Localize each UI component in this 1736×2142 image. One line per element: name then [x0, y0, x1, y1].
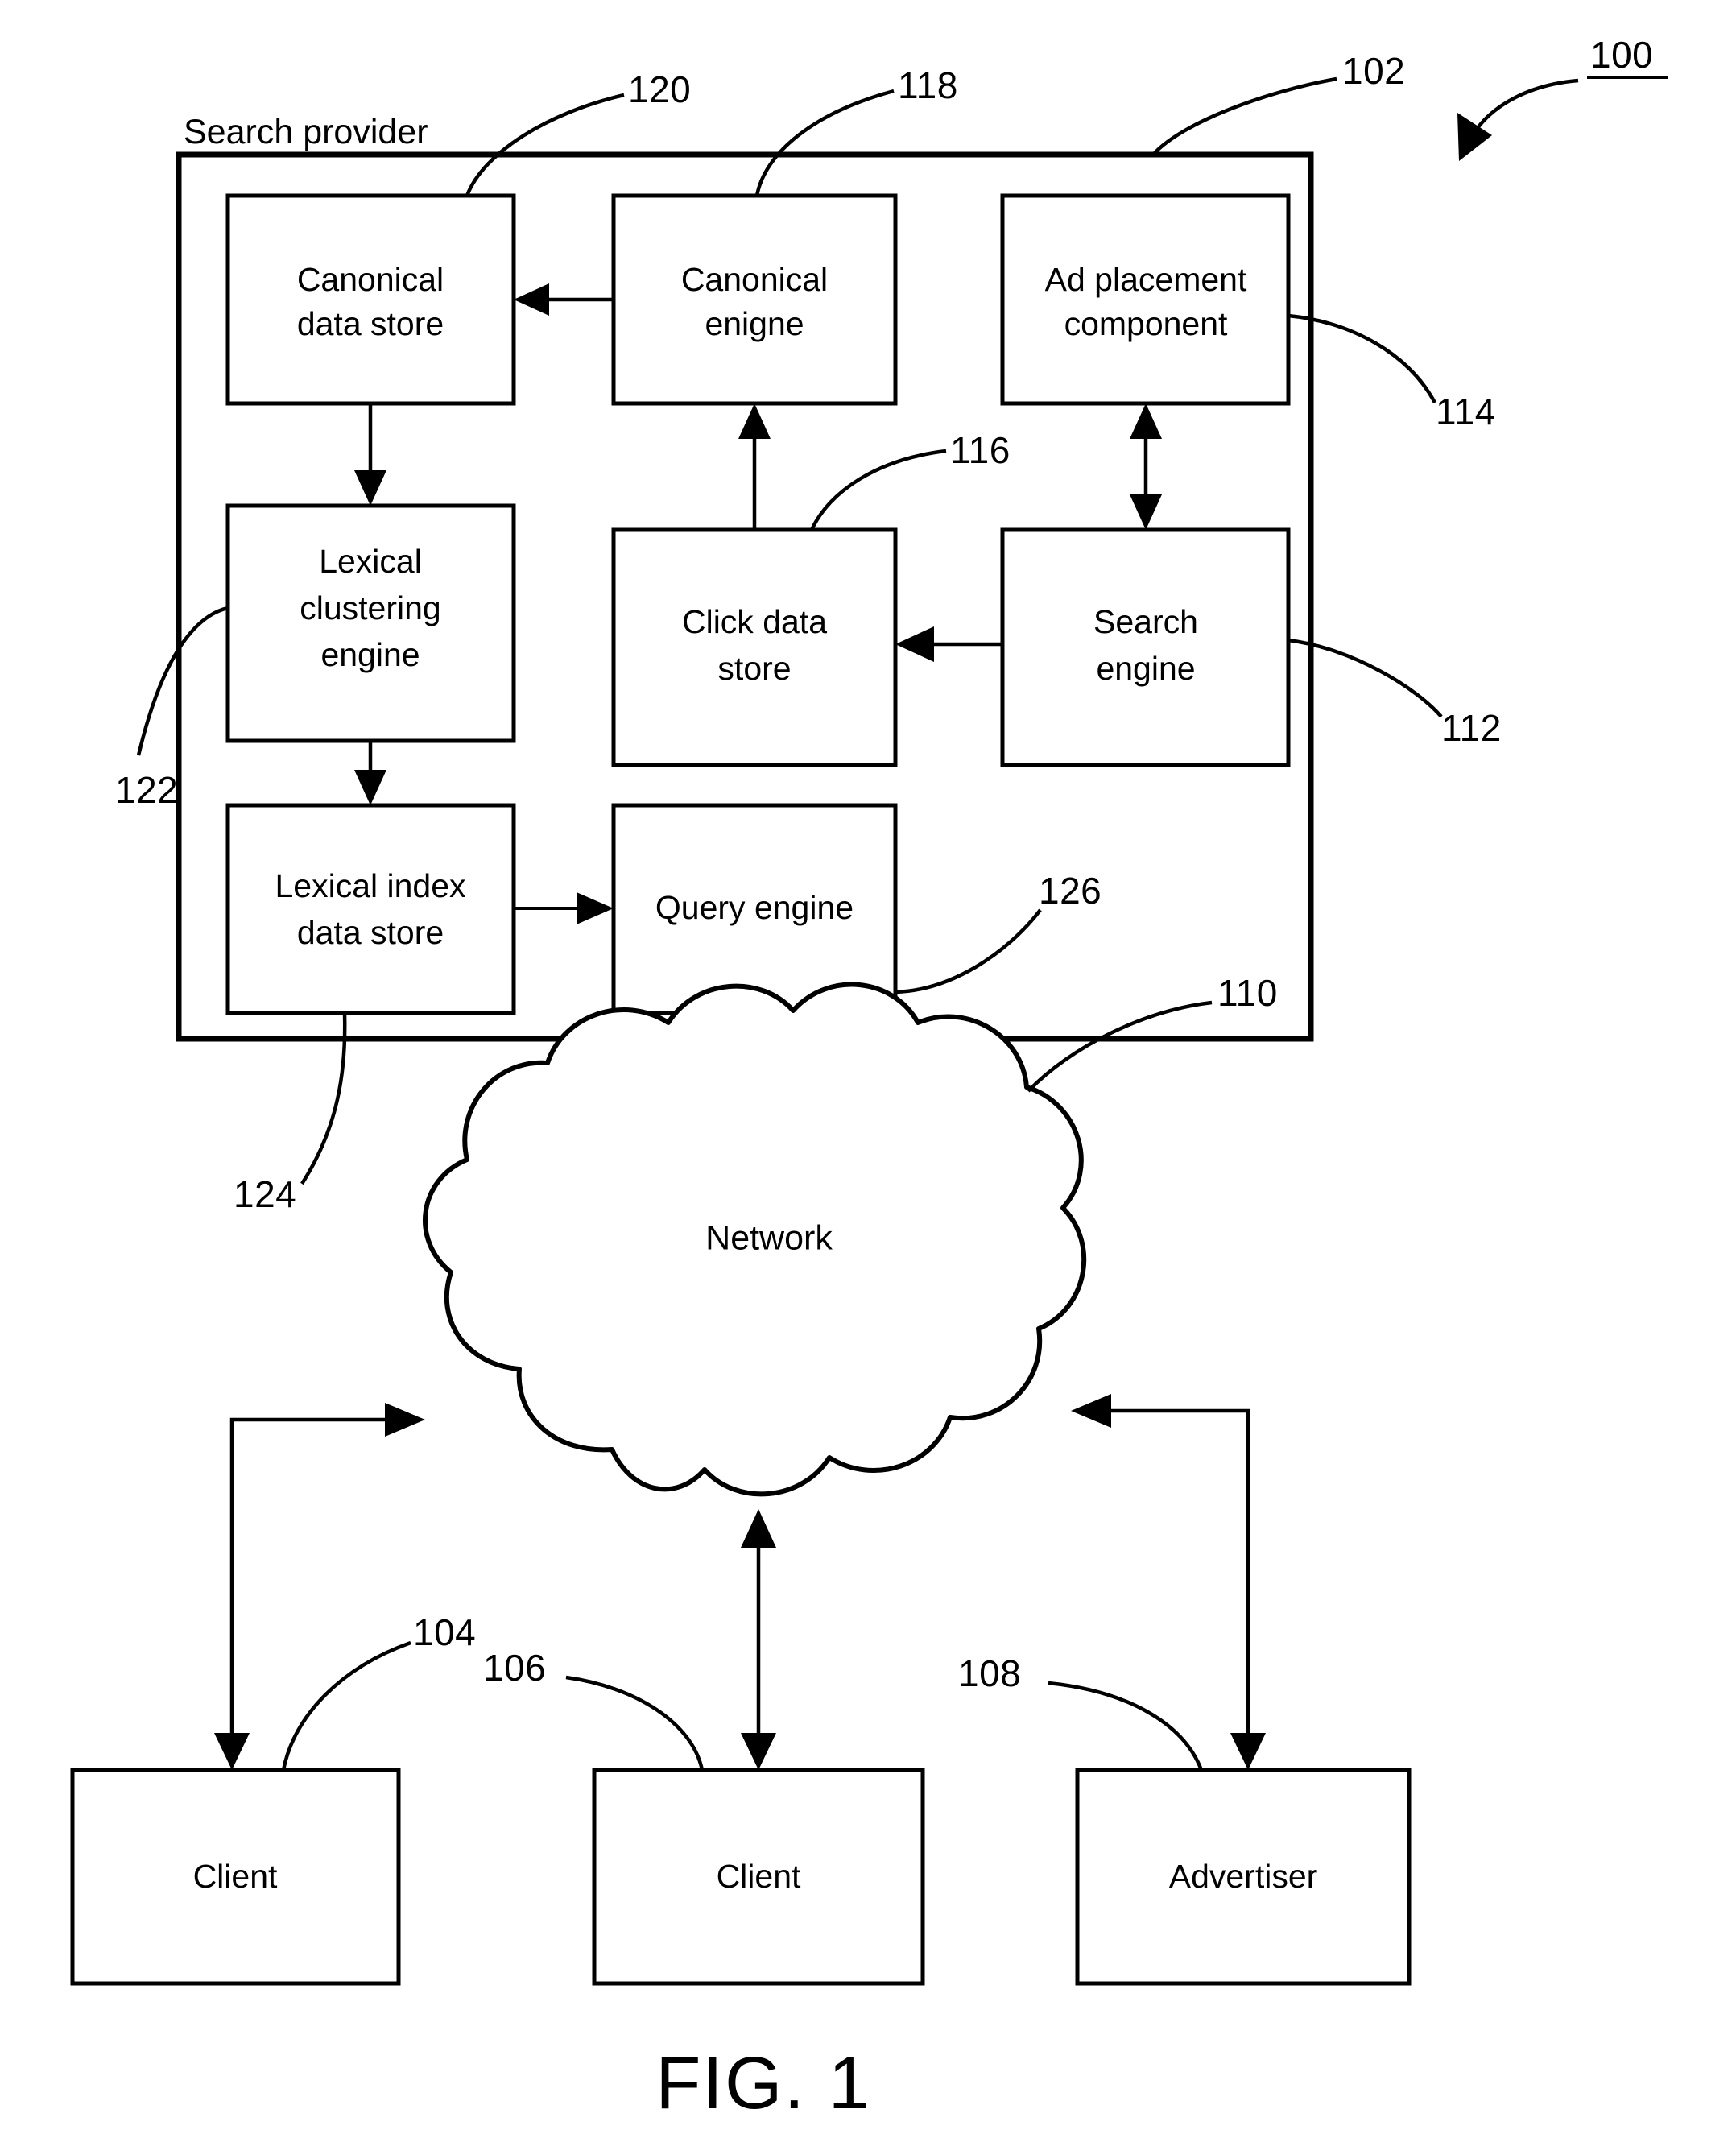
arrow-lexical-index-to-query-engine	[514, 892, 614, 924]
ref-numeral-102: 102	[1342, 50, 1405, 92]
network-label: Network	[705, 1218, 833, 1257]
label-client-middle: Client	[717, 1858, 801, 1895]
leader-100	[1474, 78, 1579, 133]
label-search-engine-line2: engine	[1096, 650, 1195, 687]
ref-numeral-110: 110	[1217, 972, 1278, 1014]
patent-figure-page: Network Search provider Canonical data s…	[0, 0, 1736, 2142]
ref-numeral-108: 108	[958, 1652, 1021, 1694]
arrow-client-left-to-network	[214, 1403, 425, 1770]
arrow-search-engine-to-ad-placement	[1130, 403, 1162, 530]
arrow-lexical-clustering-to-lexical-index	[354, 741, 386, 805]
label-canonical-data-store-line2: data store	[297, 305, 444, 342]
leader-104	[281, 1640, 411, 1771]
figure-caption: FIG. 1	[655, 2042, 871, 2124]
label-search-engine-line1: Search	[1093, 603, 1198, 640]
label-click-data-store-line2: store	[717, 650, 791, 687]
leader-126	[895, 908, 1042, 994]
label-advertiser: Advertiser	[1169, 1858, 1318, 1895]
label-canonical-engine-line2: enigne	[705, 305, 804, 342]
box-ad-placement-component[interactable]	[1000, 193, 1291, 406]
ref-numeral-120: 120	[628, 68, 691, 110]
ref-numeral-114: 114	[1436, 391, 1496, 432]
leader-108	[1048, 1681, 1204, 1771]
label-client-left: Client	[193, 1858, 278, 1895]
label-lexical-index-line2: data store	[297, 914, 444, 951]
box-search-engine[interactable]	[1000, 527, 1291, 767]
label-ad-placement-line1: Ad placement	[1045, 261, 1247, 298]
ref-numeral-124: 124	[234, 1173, 296, 1215]
box-canonical-data-store[interactable]	[225, 193, 516, 406]
label-lexical-clustering-line3: engine	[320, 636, 420, 673]
leader-102	[1151, 76, 1337, 156]
ref-numeral-106: 106	[483, 1647, 546, 1689]
arrow-client-middle-to-network	[741, 1509, 776, 1770]
leader-122	[136, 606, 229, 756]
label-ad-placement-line2: component	[1064, 305, 1228, 342]
leader-106	[565, 1675, 705, 1771]
search-provider-title: Search provider	[184, 113, 428, 151]
ref-numeral-118: 118	[898, 64, 958, 106]
figure-canvas: Network Search provider Canonical data s…	[70, 34, 1668, 2124]
label-click-data-store-line1: Click data	[682, 603, 827, 640]
box-click-data-store[interactable]	[611, 527, 898, 767]
ref-numeral-104: 104	[413, 1611, 476, 1653]
ref-numeral-100: 100	[1590, 34, 1653, 76]
label-query-engine: Query engine	[655, 889, 854, 926]
arrow-search-engine-to-click-data-store	[895, 626, 1002, 662]
ref-numeral-112: 112	[1441, 707, 1502, 749]
label-lexical-clustering-line1: Lexical	[319, 543, 422, 580]
leader-118	[754, 89, 895, 196]
leader-120	[465, 93, 625, 196]
ref-numeral-126: 126	[1039, 870, 1102, 912]
label-lexical-clustering-line2: clustering	[300, 589, 440, 626]
ref-numeral-116: 116	[950, 429, 1011, 471]
leader-116	[809, 449, 947, 531]
arrow-canonical-engine-to-canonical-data-store	[514, 283, 614, 316]
box-canonical-engine[interactable]	[611, 193, 898, 406]
box-lexical-index-data-store[interactable]	[225, 803, 516, 1015]
arrow-advertiser-to-network	[1071, 1394, 1266, 1770]
label-canonical-data-store-line1: Canonical	[297, 261, 444, 298]
arrow-canonical-data-store-to-lexical-clustering	[354, 403, 386, 506]
arrow-click-data-store-to-canonical-engine	[738, 403, 771, 530]
label-canonical-engine-line1: Canonical	[681, 261, 828, 298]
ref-numeral-122: 122	[115, 769, 178, 811]
label-lexical-index-line1: Lexical index	[275, 867, 466, 904]
leader-110	[1027, 1000, 1213, 1093]
